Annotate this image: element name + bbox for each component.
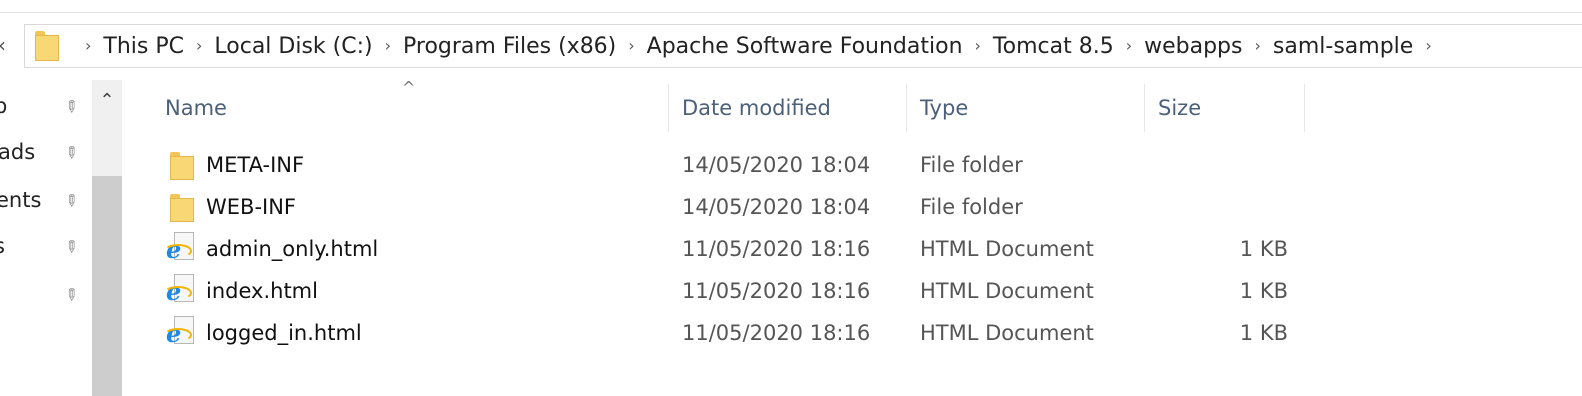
file-type: HTML Document xyxy=(920,237,1094,261)
file-row[interactable]: e logged_in.html 11/05/2020 18:16 HTML D… xyxy=(124,312,1582,354)
breadcrumb-apache[interactable]: Apache Software Foundation xyxy=(647,34,963,59)
chevron-right-icon[interactable]: › xyxy=(628,36,634,55)
html-document-icon: e xyxy=(164,232,196,264)
chevron-right-icon[interactable]: › xyxy=(385,36,391,55)
column-header-name[interactable]: Name xyxy=(165,84,227,132)
column-header-date[interactable]: Date modified xyxy=(682,84,831,132)
nav-scrollbar-thumb[interactable] xyxy=(92,176,122,396)
chevron-right-icon[interactable]: › xyxy=(1425,36,1431,55)
nav-item[interactable]: p ✎ xyxy=(0,88,90,128)
nav-item[interactable]: ads ✎ xyxy=(0,134,90,174)
pin-icon: ✎ xyxy=(59,283,83,307)
html-document-icon: e xyxy=(164,274,196,306)
file-size: 1 KB xyxy=(1239,321,1288,345)
scroll-up-arrow-icon[interactable]: ⌃ xyxy=(92,88,122,114)
file-type: HTML Document xyxy=(920,279,1094,303)
file-size: 1 KB xyxy=(1239,237,1288,261)
html-document-icon: e xyxy=(164,316,196,348)
file-size xyxy=(1174,186,1288,228)
breadcrumb-tomcat[interactable]: Tomcat 8.5 xyxy=(993,34,1114,59)
chevron-right-icon[interactable]: › xyxy=(975,36,981,55)
file-name[interactable]: WEB-INF xyxy=(206,186,296,228)
file-row[interactable]: e admin_only.html 11/05/2020 18:16 HTML … xyxy=(124,228,1582,270)
column-header-size[interactable]: Size xyxy=(1158,84,1201,132)
nav-item-label: ents xyxy=(0,188,42,212)
column-divider[interactable] xyxy=(1304,84,1305,132)
nav-item-label: ads xyxy=(0,140,36,164)
file-name[interactable]: logged_in.html xyxy=(206,312,362,354)
file-size xyxy=(1174,144,1288,186)
file-date: 11/05/2020 18:16 xyxy=(682,321,871,345)
column-headers: Name Date modified Type Size xyxy=(124,84,1582,132)
file-type: File folder xyxy=(920,153,1023,177)
folder-icon xyxy=(170,194,194,222)
nav-item[interactable]: ents ✎ xyxy=(0,182,90,222)
file-type: HTML Document xyxy=(920,321,1094,345)
file-name[interactable]: META-INF xyxy=(206,144,304,186)
file-row[interactable]: e index.html 11/05/2020 18:16 HTML Docum… xyxy=(124,270,1582,312)
file-type: File folder xyxy=(920,195,1023,219)
column-divider[interactable] xyxy=(1144,84,1145,132)
file-size: 1 KB xyxy=(1239,279,1288,303)
breadcrumb-saml-sample[interactable]: saml-sample xyxy=(1273,34,1413,59)
breadcrumb-local-disk[interactable]: Local Disk (C:) xyxy=(214,34,372,59)
column-divider[interactable] xyxy=(668,84,669,132)
chevron-right-icon[interactable]: › xyxy=(1126,36,1132,55)
nav-item[interactable]: s ✎ xyxy=(0,228,90,268)
file-row[interactable]: WEB-INF 14/05/2020 18:04 File folder xyxy=(124,186,1582,228)
file-name[interactable]: index.html xyxy=(206,270,318,312)
nav-item-label: p xyxy=(0,94,8,118)
breadcrumb-webapps[interactable]: webapps xyxy=(1144,34,1242,59)
address-bar[interactable]: › This PC › Local Disk (C:) › Program Fi… xyxy=(24,24,1582,68)
chevron-right-icon[interactable]: › xyxy=(85,36,91,55)
column-header-type[interactable]: Type xyxy=(920,84,968,132)
up-arrow-icon[interactable]: ‹ xyxy=(0,32,16,58)
sort-ascending-icon: ^ xyxy=(402,78,416,97)
folder-icon xyxy=(35,31,59,61)
breadcrumb-this-pc[interactable]: This PC xyxy=(103,34,184,59)
chevron-right-icon[interactable]: › xyxy=(196,36,202,55)
pin-icon: ✎ xyxy=(59,235,83,259)
nav-item-label: s xyxy=(0,234,5,258)
folder-icon xyxy=(170,152,194,180)
pin-icon: ✎ xyxy=(59,141,83,165)
file-date: 11/05/2020 18:16 xyxy=(682,279,871,303)
file-name[interactable]: admin_only.html xyxy=(206,228,378,270)
window-top-border xyxy=(0,12,1582,13)
breadcrumb-program-files[interactable]: Program Files (x86) xyxy=(403,34,616,59)
pin-icon: ✎ xyxy=(59,95,83,119)
pin-icon: ✎ xyxy=(59,189,83,213)
file-date: 14/05/2020 18:04 xyxy=(682,195,871,219)
file-date: 14/05/2020 18:04 xyxy=(682,153,871,177)
file-row[interactable]: META-INF 14/05/2020 18:04 File folder xyxy=(124,144,1582,186)
chevron-right-icon[interactable]: › xyxy=(1254,36,1260,55)
file-date: 11/05/2020 18:16 xyxy=(682,237,871,261)
column-divider[interactable] xyxy=(906,84,907,132)
nav-item[interactable]: ✎ xyxy=(0,276,90,316)
